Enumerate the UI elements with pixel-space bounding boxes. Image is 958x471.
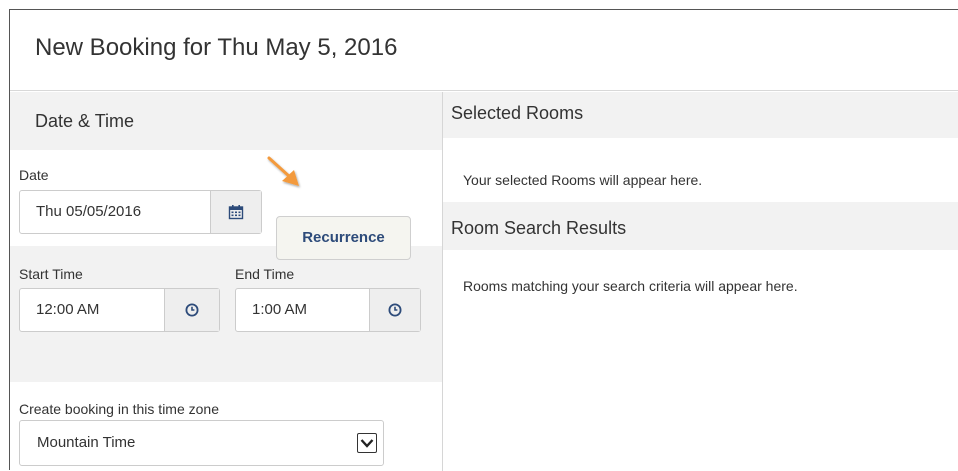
end-time-label: End Time xyxy=(235,266,295,282)
rooms-panel: Selected Rooms Your selected Rooms will … xyxy=(443,92,958,471)
start-time-label: Start Time xyxy=(19,266,83,282)
search-results-header: Room Search Results xyxy=(443,202,958,250)
date-label: Date xyxy=(19,167,49,183)
calendar-icon xyxy=(228,205,244,220)
arrow-pointer-icon xyxy=(267,156,299,186)
date-time-panel: Date & Time Date Thu 05/05/2016 Start Ti… xyxy=(10,92,442,471)
dropdown-button[interactable] xyxy=(357,433,377,453)
end-time-button[interactable] xyxy=(369,289,420,331)
search-results-title: Room Search Results xyxy=(451,218,627,238)
timezone-label: Create booking in this time zone xyxy=(19,401,219,417)
page-title: New Booking for Thu May 5, 2016 xyxy=(35,34,398,61)
timezone-select[interactable]: Mountain Time xyxy=(19,420,384,466)
start-time-button[interactable] xyxy=(164,289,219,331)
calendar-button[interactable] xyxy=(210,191,261,233)
date-time-header: Date & Time xyxy=(10,92,442,150)
selected-rooms-title: Selected Rooms xyxy=(451,103,584,123)
start-time-field[interactable]: 12:00 AM xyxy=(19,288,220,332)
clock-icon xyxy=(185,303,199,317)
booking-panel: New Booking for Thu May 5, 2016 Date & T… xyxy=(9,9,958,471)
title-bar: New Booking for Thu May 5, 2016 xyxy=(10,10,958,91)
end-time-value[interactable]: 1:00 AM xyxy=(236,289,307,331)
timezone-value[interactable]: Mountain Time xyxy=(37,421,135,465)
search-results-empty: Rooms matching your search criteria will… xyxy=(463,278,798,294)
start-time-value[interactable]: 12:00 AM xyxy=(20,289,99,331)
time-section: Start Time 12:00 AM End Time 1:00 AM xyxy=(10,246,442,382)
recurrence-button[interactable]: Recurrence xyxy=(276,216,411,260)
chevron-down-icon xyxy=(360,439,374,448)
date-time-title: Date & Time xyxy=(35,111,135,131)
clock-icon xyxy=(388,303,402,317)
selected-rooms-empty: Your selected Rooms will appear here. xyxy=(463,172,703,188)
end-time-field[interactable]: 1:00 AM xyxy=(235,288,421,332)
date-field[interactable]: Thu 05/05/2016 xyxy=(19,190,262,234)
date-value[interactable]: Thu 05/05/2016 xyxy=(20,191,141,233)
selected-rooms-header: Selected Rooms xyxy=(443,92,958,138)
